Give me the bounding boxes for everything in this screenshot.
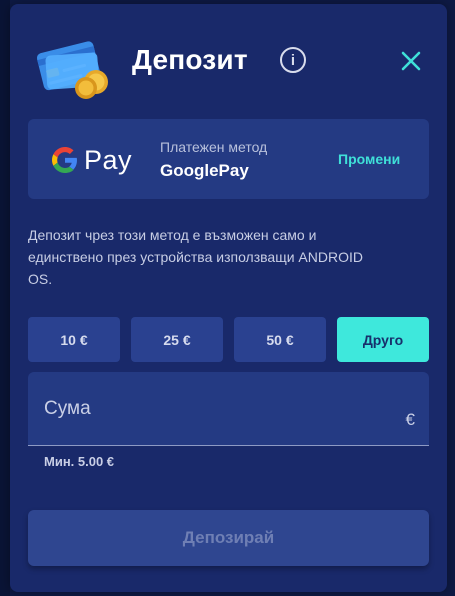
close-icon[interactable] bbox=[399, 49, 423, 73]
deposit-modal: Депозит i Pay Платежен метод GooglePay П… bbox=[10, 4, 447, 592]
currency-symbol: € bbox=[405, 410, 415, 429]
modal-header: Депозит i bbox=[10, 4, 447, 116]
amount-button-other[interactable]: Друго bbox=[337, 317, 429, 362]
payment-method-label: Платежен метод bbox=[160, 139, 268, 155]
deposit-button[interactable]: Депозирай bbox=[28, 510, 429, 566]
google-pay-logo: Pay bbox=[52, 145, 132, 175]
modal-title: Депозит bbox=[132, 44, 248, 75]
payment-method-name: GooglePay bbox=[160, 161, 249, 180]
sum-input-label: Сума bbox=[44, 398, 91, 419]
minimum-amount-hint: Мин. 5.00 € bbox=[44, 454, 115, 469]
google-g-icon bbox=[52, 147, 77, 173]
credit-card-coins-icon bbox=[36, 41, 108, 99]
google-pay-text: Pay bbox=[84, 144, 133, 175]
payment-method-card: Pay Платежен метод GooglePay Промени bbox=[28, 119, 429, 199]
page-background bbox=[0, 0, 10, 596]
amount-button-25[interactable]: 25 € bbox=[131, 317, 223, 362]
android-only-notice: Депозит чрез този метод е възможен само … bbox=[28, 227, 363, 287]
amount-presets: 10 € 25 € 50 € Друго bbox=[28, 317, 429, 362]
amount-button-10[interactable]: 10 € bbox=[28, 317, 120, 362]
info-icon[interactable]: i bbox=[280, 47, 306, 73]
change-method-link[interactable]: Промени bbox=[338, 151, 400, 167]
amount-button-50[interactable]: 50 € bbox=[234, 317, 326, 362]
sum-input[interactable]: Сума € bbox=[28, 372, 429, 446]
